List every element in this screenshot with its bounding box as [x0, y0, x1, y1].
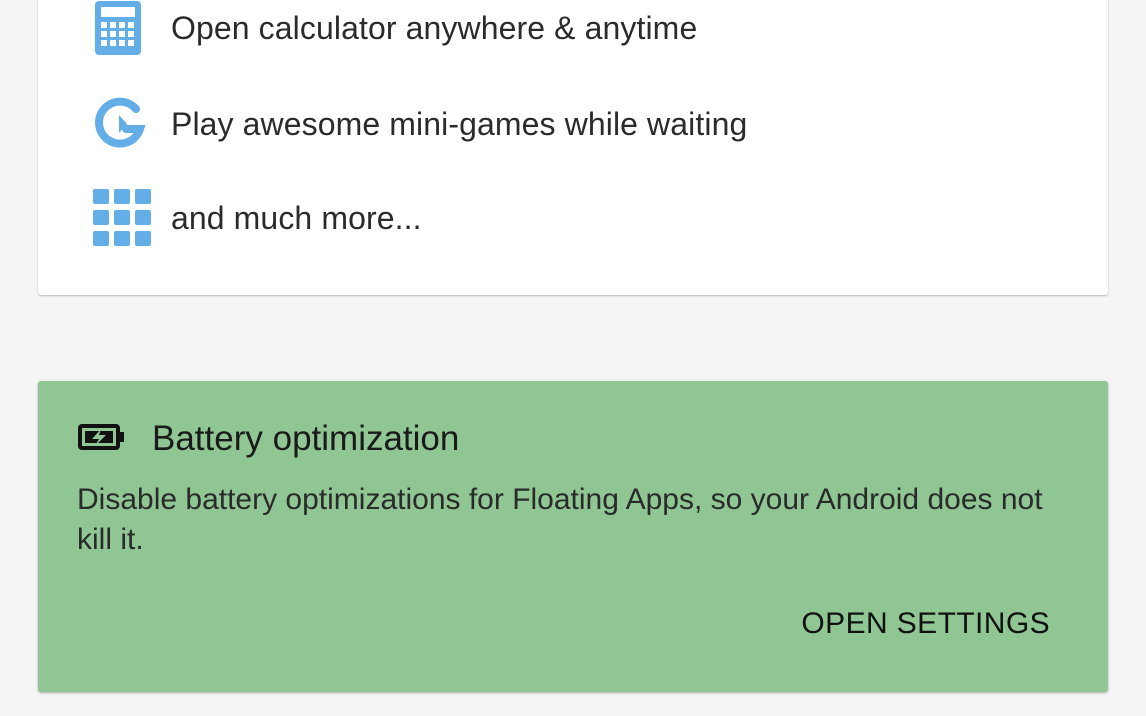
battery-card-title: Battery optimization: [152, 419, 460, 458]
feature-label: Open calculator anywhere & anytime: [171, 9, 698, 46]
feature-label: Play awesome mini-games while waiting: [171, 105, 748, 142]
feature-label: and much more...: [171, 199, 422, 236]
battery-card-header: Battery optimization: [78, 419, 459, 459]
battery-charging-icon: [78, 422, 126, 457]
battery-card-description: Disable battery optimizations for Floati…: [77, 483, 1043, 556]
apps-grid-icon: [93, 188, 155, 248]
feature-item-more: and much more...: [93, 188, 422, 248]
calculator-icon: [93, 0, 155, 58]
battery-optimization-card: Battery optimization Disable battery opt…: [38, 381, 1108, 692]
feature-item-calculator: Open calculator anywhere & anytime: [93, 0, 697, 58]
feature-item-games: Play awesome mini-games while waiting: [93, 94, 747, 154]
games-icon: [93, 94, 155, 154]
features-card: Open calculator anywhere & anytime Play …: [38, 0, 1108, 295]
open-settings-button[interactable]: OPEN SETTINGS: [801, 607, 1050, 641]
